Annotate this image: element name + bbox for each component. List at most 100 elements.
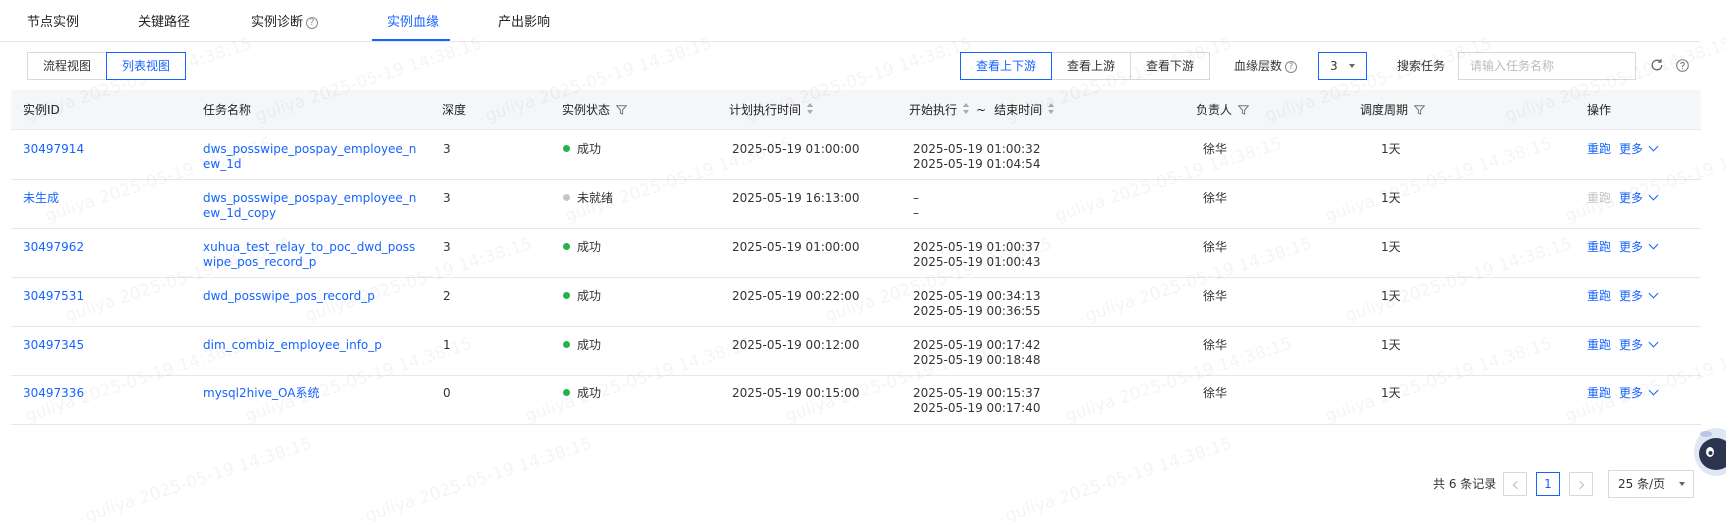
task-name-link[interactable]: xuhua_test_relay_to_poc_dwd_posswipe_pos… [203,240,421,270]
more-label: 更多 [1619,142,1644,156]
status-dot [563,389,570,396]
start-end-time: 2025-05-19 01:00:37 2025-05-19 01:00:43 [913,240,1040,270]
page-size-select[interactable]: 25 条/页 [1608,470,1694,498]
filter-icon[interactable] [1238,105,1250,115]
header-schedule-cycle: 调度周期 [1360,90,1426,130]
more-menu-button[interactable]: 更多 [1619,288,1659,304]
prev-page-button[interactable] [1503,472,1527,496]
more-label: 更多 [1619,240,1644,254]
more-menu-button[interactable]: 更多 [1619,337,1659,353]
filter-icon[interactable] [1414,105,1426,115]
lineage-depth-label: 血缘层数? [1234,58,1298,74]
plan-time-value: 2025-05-19 00:15:00 [732,386,860,400]
watermark-text: guliya 2025-05-19 14:38:15 [1003,434,1235,522]
instance-id-link[interactable]: 未生成 [23,191,59,206]
list-view-button[interactable]: 列表视图 [106,52,186,80]
status-cell: 成功 [563,240,601,255]
status-cell: 成功 [563,338,601,353]
status-dot [563,243,570,250]
assistant-mascot-icon[interactable] [1694,424,1726,480]
more-menu-button[interactable]: 更多 [1619,141,1659,157]
task-name-link[interactable]: mysql2hive_OA系统 [203,386,421,401]
start-end-time: 2025-05-19 00:15:37 2025-05-19 00:17:40 [913,386,1040,416]
start-end-time: 2025-05-19 01:00:32 2025-05-19 01:04:54 [913,142,1040,172]
task-name-link[interactable]: dws_posswipe_pospay_employee_new_1d [203,142,421,172]
rerun-button[interactable]: 重跑 [1587,386,1611,401]
status-text: 成功 [577,289,602,303]
sort-icon[interactable] [963,103,970,115]
lineage-depth-select[interactable]: 3 [1318,52,1367,80]
header-label: 实例状态 [562,103,611,117]
table-row: 30497345 dim_combiz_employee_info_p 1 成功 202… [11,327,1701,376]
header-depth: 深度 [442,103,467,117]
tab-bar: 节点实例 关键路径 实例诊断? 实例血缘 产出影响 [0,0,1700,42]
depth-value: 0 [443,386,451,400]
task-name-link[interactable]: dim_combiz_employee_info_p [203,338,421,353]
view-up-downstream-button[interactable]: 查看上下游 [960,52,1052,80]
tilde: ~ [976,103,987,117]
table-row: 30497962 xuhua_test_relay_to_poc_dwd_poss… [11,229,1701,278]
chevron-right-icon [1575,480,1584,490]
instance-id-link[interactable]: 30497914 [23,142,84,157]
next-page-button[interactable] [1569,472,1593,496]
header-plan-time: 计划执行时间 [729,90,814,130]
instance-id-link[interactable]: 30497962 [23,240,84,255]
owner-value: 徐华 [1203,191,1228,205]
instance-id-link[interactable]: 30497345 [23,338,84,353]
instance-id-link[interactable]: 30497531 [23,289,84,304]
rerun-button[interactable]: 重跑 [1587,142,1611,157]
depth-value: 2 [443,289,451,303]
more-menu-button[interactable]: 更多 [1619,190,1659,206]
active-tab-indicator [372,39,450,41]
instance-id-link[interactable]: 30497336 [23,386,84,401]
header-start-end-time: 开始执行 ~ 结束时间 [909,90,1055,130]
rerun-button[interactable]: 重跑 [1587,338,1611,353]
watermark-text: guliya 2025-05-19 14:38:15 [83,434,315,522]
tab-instance-lineage[interactable]: 实例血缘 [387,0,439,42]
header-owner: 负责人 [1196,90,1250,130]
tab-node-instances[interactable]: 节点实例 [27,0,79,42]
start-time-value: 2025-05-19 00:15:37 [913,386,1041,400]
tab-label: 实例诊断 [251,15,304,30]
rerun-button[interactable]: 重跑 [1587,240,1611,255]
sort-icon[interactable] [807,103,814,115]
search-task-input[interactable] [1458,52,1636,80]
view-downstream-button[interactable]: 查看下游 [1130,52,1210,80]
help-icon: ? [306,17,319,29]
page-1-button[interactable]: 1 [1536,472,1560,496]
view-upstream-button[interactable]: 查看上游 [1051,52,1131,80]
table-row: 30497531 dwd_posswipe_pos_record_p 2 成功 2025… [11,278,1701,327]
task-name-link[interactable]: dwd_posswipe_pos_record_p [203,289,421,304]
more-label: 更多 [1619,191,1644,205]
tab-instance-diagnosis[interactable]: 实例诊断? [251,0,319,42]
tab-critical-path[interactable]: 关键路径 [138,0,190,42]
status-cell: 成功 [563,142,601,157]
schedule-cycle-value: 1天 [1381,338,1401,352]
flow-view-button[interactable]: 流程视图 [27,52,107,80]
task-name-link[interactable]: dws_posswipe_pospay_employee_new_1d_copy [203,191,421,221]
header-label: 结束时间 [994,103,1043,117]
table-header: 实例ID 任务名称 深度 实例状态 计划执行时间 开始执行 ~ 结束时间 负责人 调… [11,90,1701,130]
lineage-depth-value: 3 [1330,59,1338,73]
rerun-button[interactable]: 重跑 [1587,289,1611,304]
end-time-value: 2025-05-19 01:04:54 [913,157,1041,171]
more-menu-button[interactable]: 更多 [1619,239,1659,255]
status-text: 成功 [577,386,602,400]
filter-icon[interactable] [616,105,628,115]
page-size-value: 25 条/页 [1618,477,1666,491]
chevron-left-icon [1512,480,1521,490]
sort-icon[interactable] [1048,103,1055,115]
question-icon[interactable] [1676,59,1689,72]
caret-down-icon [1349,64,1355,68]
header-operations: 操作 [1587,103,1612,117]
plan-time-value: 2025-05-19 16:13:00 [732,191,860,205]
owner-value: 徐华 [1203,240,1228,254]
watermark-text: guliya 2025-05-19 14:38:15 [363,434,595,522]
more-menu-button[interactable]: 更多 [1619,385,1659,401]
lineage-depth-text: 血缘层数 [1234,59,1283,73]
tab-output-impact[interactable]: 产出影响 [498,0,550,42]
chevron-down-icon [1648,239,1659,250]
plan-time-value: 2025-05-19 00:12:00 [732,338,860,352]
refresh-icon[interactable] [1650,58,1664,72]
status-dot [563,145,570,152]
